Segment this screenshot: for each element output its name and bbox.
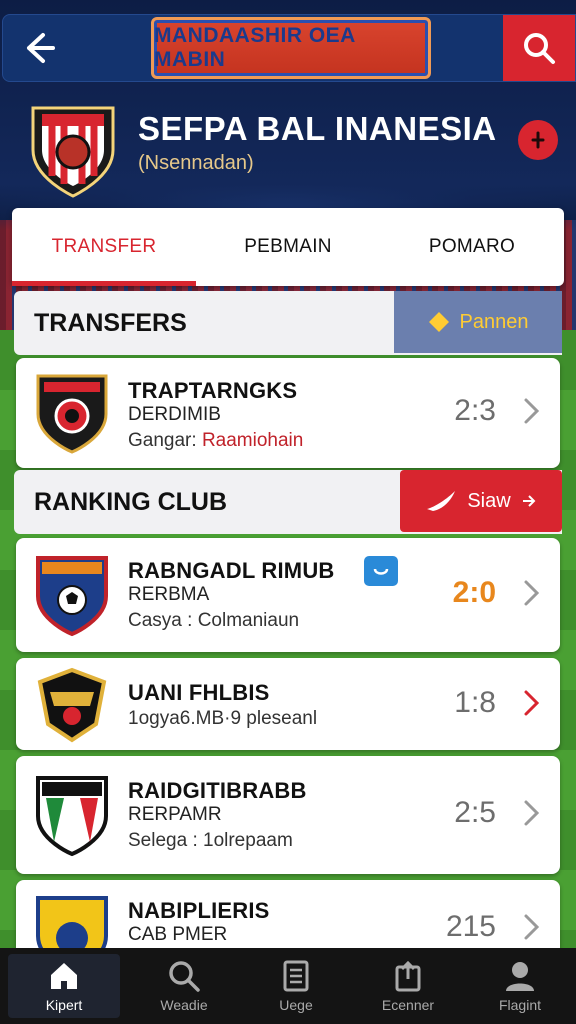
diamond-icon xyxy=(428,312,449,332)
filter-button[interactable]: Pannen xyxy=(394,291,562,353)
club-crest-icon xyxy=(34,772,110,858)
club-name: UANI FHLBIS xyxy=(128,680,270,705)
league-crest xyxy=(28,100,118,200)
club-card[interactable]: RAIDGITIBRABB RERPAMR Selega : 1olrepaam… xyxy=(16,756,560,874)
nav-label: Uege xyxy=(279,997,313,1013)
club-crest-icon xyxy=(34,552,110,638)
ranking-title: RANKING CLUB xyxy=(34,488,228,516)
score: 2:0 xyxy=(452,576,496,609)
tab-transfer[interactable]: TRANSFER xyxy=(12,208,196,286)
meta-value: Raamiohain xyxy=(201,430,304,451)
club-meta: Selega : 1olrepaam xyxy=(128,830,293,851)
club-card[interactable]: UANI FHLBIS 1ogya6.MB·9 pleseanl 1:8 xyxy=(16,658,560,750)
club-card[interactable]: RABNGADL RIMUB RERBMA Casya : Colmaniaun… xyxy=(16,538,560,652)
chevron-right-icon xyxy=(524,914,540,940)
league-subtitle: (Nsennadan) xyxy=(138,152,254,174)
chevron-right-icon xyxy=(524,580,540,606)
upload-icon xyxy=(395,960,421,992)
nav-label: Flagint xyxy=(498,997,542,1013)
nav-upload[interactable]: Ecenner xyxy=(352,948,464,1024)
chevron-right-icon xyxy=(524,398,540,424)
club-name: RAIDGITIBRABB xyxy=(128,778,307,803)
score: 215 xyxy=(445,910,496,943)
app-title: MANDAASHIR OEA MABIN xyxy=(154,24,356,71)
app-title-banner: MANDAASHIR OEA MABIN xyxy=(151,17,431,79)
score: 2:5 xyxy=(454,796,496,829)
score: 1:8 xyxy=(454,686,496,719)
nav-search[interactable]: Weadie xyxy=(128,948,240,1024)
league-title: SEFPA BAL INANESIA xyxy=(138,110,497,147)
club-subtitle: DERDIMIB xyxy=(128,404,221,425)
club-subtitle: CAB PMER xyxy=(128,924,228,945)
bell-icon xyxy=(531,131,545,149)
tab-pemain[interactable]: PEBMAIN xyxy=(196,208,380,286)
club-name: NABIPLIERIS xyxy=(128,898,270,923)
back-button[interactable] xyxy=(13,25,63,71)
nav-label: Weadie xyxy=(160,997,208,1013)
club-meta: 1ogya6.MB·9 pleseanl xyxy=(128,708,318,729)
verified-badge-icon[interactable] xyxy=(364,556,398,586)
chevron-right-icon xyxy=(524,800,540,826)
nav-document[interactable]: Uege xyxy=(240,948,352,1024)
arrow-right-icon xyxy=(522,495,536,507)
swoosh-icon xyxy=(427,491,456,511)
sort-label: Siaw xyxy=(467,489,511,512)
bottom-navigation: Kipert Weadie Uege Ecenner Flagint xyxy=(0,948,576,1024)
search-button[interactable] xyxy=(503,15,575,81)
filter-label: Pannen xyxy=(459,310,529,333)
top-bar: MANDAASHIR OEA MABIN xyxy=(2,14,576,82)
nav-label: Kipert xyxy=(45,997,83,1013)
tab-pomaro[interactable]: POMARO xyxy=(380,208,564,286)
home-icon xyxy=(51,963,77,989)
club-crest-icon xyxy=(34,370,110,456)
club-subtitle: RERBMA xyxy=(128,584,210,605)
club-name: TRAPTARNGKS xyxy=(128,378,298,403)
club-meta: Casya : Colmaniaun xyxy=(128,610,300,631)
club-subtitle: RERPAMR xyxy=(128,804,222,825)
nav-label: Ecenner xyxy=(381,997,435,1013)
arrow-left-icon xyxy=(27,33,55,63)
score: 2:3 xyxy=(454,394,496,427)
transfer-card[interactable]: TRAPTARNGKS DERDIMIB Gangar: Raamiohain … xyxy=(16,358,560,468)
tab-bar: TRANSFER PEBMAIN POMARO xyxy=(12,208,564,286)
meta-prefix: Gangar: xyxy=(128,430,197,451)
nav-home[interactable]: Kipert xyxy=(8,954,120,1018)
document-icon xyxy=(283,960,309,992)
transfers-title: TRANSFERS xyxy=(34,309,187,337)
club-name: RABNGADL RIMUB xyxy=(128,558,335,583)
sort-button[interactable]: Siaw xyxy=(400,470,562,532)
transfers-section-header: TRANSFERS Pannen xyxy=(14,291,562,355)
club-meta: Gangar: Raamiohain xyxy=(128,430,303,452)
search-icon xyxy=(524,33,555,64)
chevron-right-icon xyxy=(524,690,540,716)
ranking-section-header: RANKING CLUB Siaw xyxy=(14,470,562,534)
club-crest-icon xyxy=(34,664,110,750)
notification-button[interactable] xyxy=(518,120,558,160)
search-icon xyxy=(169,961,200,992)
nav-profile[interactable]: Flagint xyxy=(464,948,576,1024)
user-icon xyxy=(506,962,534,991)
